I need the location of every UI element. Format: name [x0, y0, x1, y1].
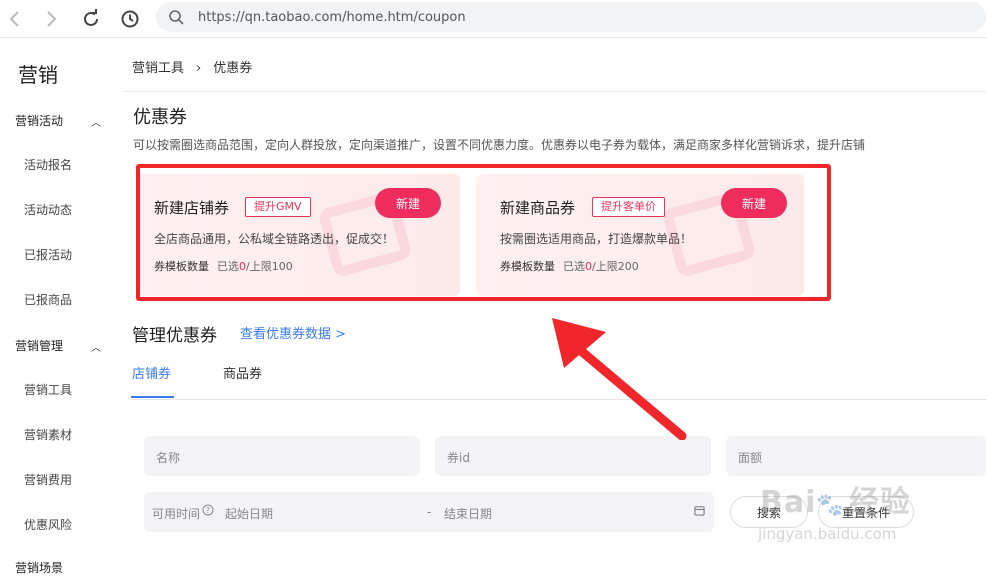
highlight-frame	[136, 164, 831, 301]
page-title: 优惠券	[133, 107, 187, 128]
sidebar-title: 营销	[18, 63, 58, 87]
chevron-up-icon: ︿	[91, 118, 101, 129]
tab-product-coupons[interactable]: 商品券	[223, 363, 262, 382]
coupon-id-placeholder: 券id	[447, 451, 470, 465]
calendar-icon[interactable]	[694, 505, 705, 519]
date-separator: -	[427, 505, 432, 519]
view-coupon-data-link[interactable]: 查看优惠券数据 >	[240, 323, 346, 342]
watermark-brand: Bai	[760, 485, 817, 520]
browser-toolbar	[0, 0, 986, 38]
svg-text:?: ?	[206, 506, 210, 515]
coupon-id-field[interactable]: 券id	[435, 436, 711, 476]
sidebar-group-marketing-management[interactable]: 营销管理 ︿	[15, 337, 101, 354]
sidebar: 营销 营销活动 ︿ 活动报名 活动动态 已报活动 已报商品 营销管理 ︿ 营销工…	[0, 39, 106, 575]
sidebar-group-marketing-scene[interactable]: 营销场景	[15, 559, 63, 576]
help-icon: ?	[202, 504, 214, 519]
url-input[interactable]	[198, 7, 898, 27]
sidebar-group-label: 营销活动	[15, 114, 64, 128]
watermark-brand-cn: 经验	[848, 485, 911, 520]
sidebar-group-marketing-activity[interactable]: 营销活动 ︿	[15, 112, 101, 129]
breadcrumb-current: 优惠券	[213, 61, 253, 76]
sidebar-item-activity-signup[interactable]: 活动报名	[24, 156, 72, 173]
history-icon[interactable]	[119, 8, 141, 30]
divider	[124, 91, 986, 92]
sidebar-group-label: 营销管理	[15, 339, 64, 353]
breadcrumb: 营销工具 › 优惠券	[132, 57, 252, 76]
address-bar[interactable]	[156, 2, 986, 32]
reload-icon[interactable]	[80, 8, 102, 30]
manage-coupons-title: 管理优惠券	[132, 326, 217, 346]
sidebar-item-marketing-tools[interactable]: 营销工具	[24, 381, 72, 398]
sidebar-item-registered-products[interactable]: 已报商品	[24, 291, 72, 308]
search-icon	[168, 9, 184, 25]
name-placeholder: 名称	[156, 451, 181, 465]
watermark-url: jingyan.baidu.com	[758, 525, 897, 543]
breadcrumb-separator: ›	[196, 61, 202, 76]
sidebar-item-activity-news[interactable]: 活动动态	[24, 201, 72, 218]
sidebar-group-label: 营销场景	[15, 561, 64, 575]
chevron-up-icon: ︿	[91, 343, 101, 354]
sidebar-item-registered-activities[interactable]: 已报活动	[24, 246, 72, 263]
tab-store-coupons[interactable]: 店铺券	[132, 363, 171, 382]
sidebar-item-marketing-costs[interactable]: 营销费用	[24, 471, 72, 488]
page-description: 可以按需圈选商品范围，定向人群投放，定向渠道推广，设置不同优惠力度。优惠券以电子…	[133, 138, 866, 152]
breadcrumb-parent[interactable]: 营销工具	[132, 61, 184, 76]
sidebar-item-discount-risk[interactable]: 优惠风险	[24, 516, 72, 533]
back-icon[interactable]	[4, 8, 26, 30]
available-time-label: 可用时间	[152, 507, 201, 521]
name-field[interactable]: 名称	[144, 436, 420, 476]
sidebar-item-marketing-materials[interactable]: 营销素材	[24, 426, 72, 443]
forward-icon[interactable]	[40, 8, 62, 30]
end-date-input[interactable]: 结束日期	[444, 505, 492, 522]
available-time-range[interactable]: 可用时间 ? 起始日期 - 结束日期	[144, 492, 714, 532]
start-date-input[interactable]: 起始日期	[225, 505, 273, 522]
active-tab-indicator	[131, 396, 174, 398]
watermark-logo: Bai🐾 经验 jingyan.baidu.com	[758, 485, 911, 543]
annotation-arrow-icon	[552, 318, 687, 440]
